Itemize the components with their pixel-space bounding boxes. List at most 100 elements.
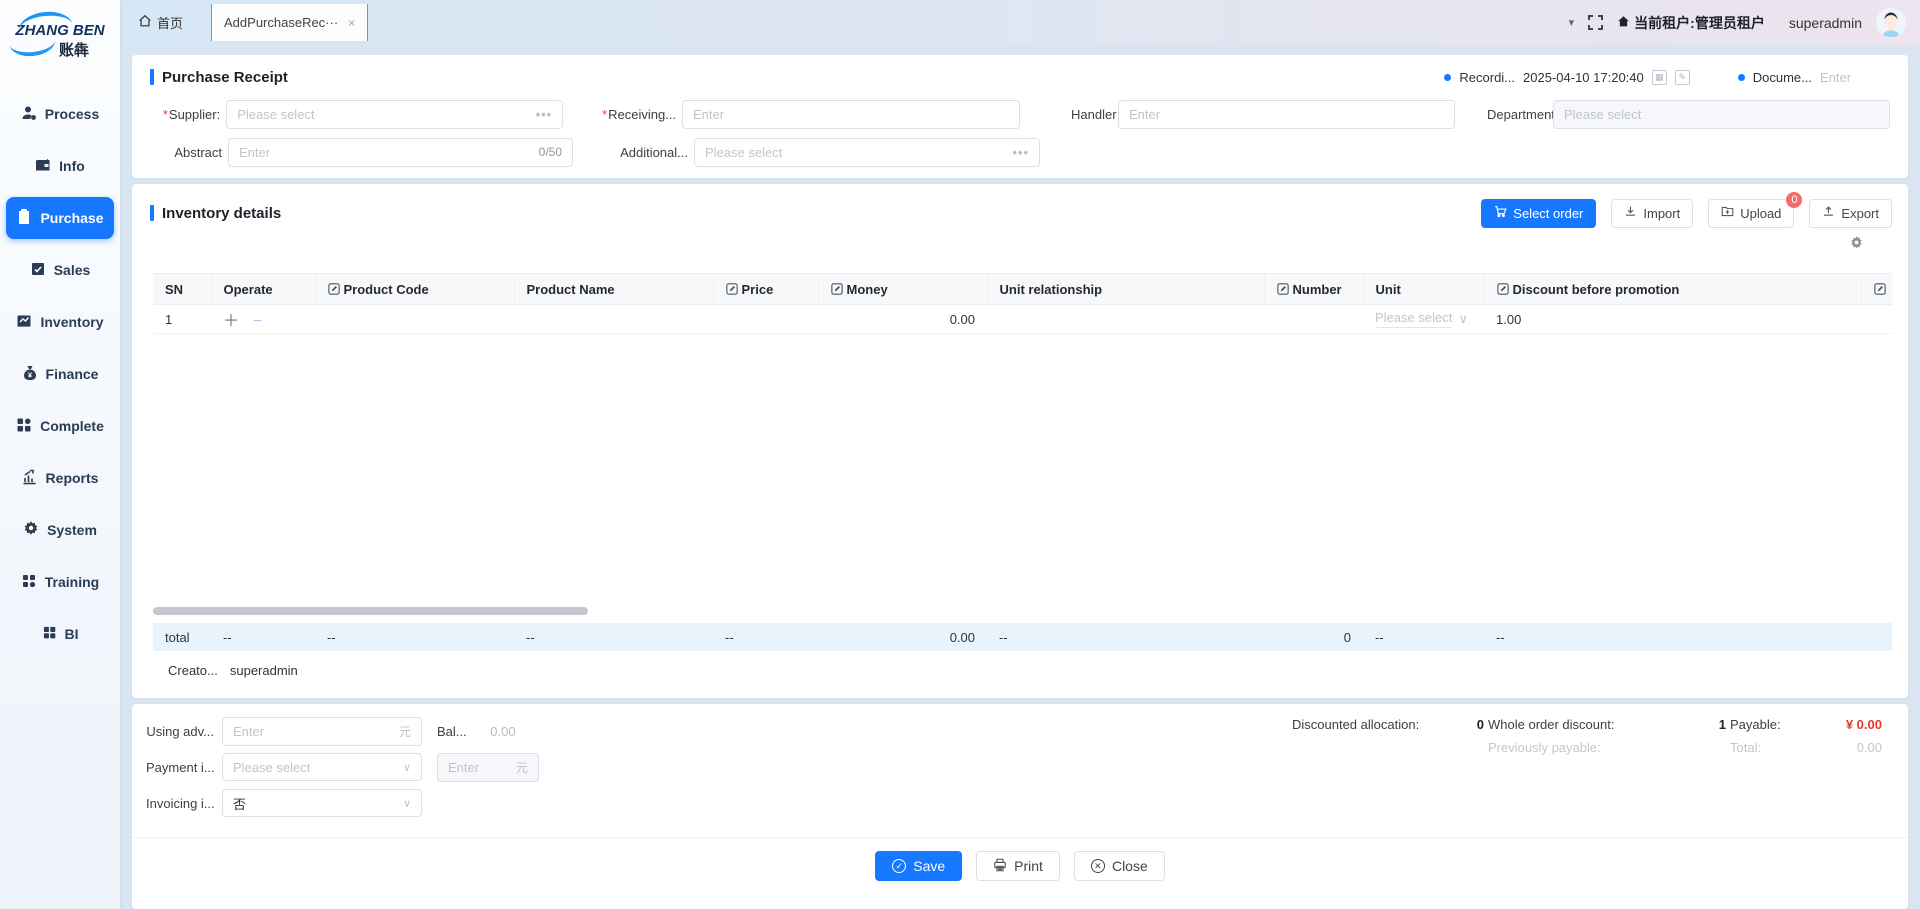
- edit-icon: [1497, 283, 1509, 295]
- table-empty-area: [132, 334, 1908, 605]
- chevron-down-icon: ∨: [403, 797, 411, 810]
- print-button[interactable]: Print: [976, 851, 1060, 881]
- additional-input[interactable]: [705, 145, 1006, 160]
- tenant-info[interactable]: 当前租户:管理员租户: [1617, 13, 1765, 33]
- chevron-down-icon: ∨: [1458, 311, 1468, 327]
- save-button[interactable]: ✓ Save: [875, 851, 962, 881]
- table-settings-gear-icon[interactable]: [1849, 235, 1864, 253]
- supplier-more-icon[interactable]: •••: [536, 107, 553, 122]
- sidebar-item-bi[interactable]: BI: [6, 613, 114, 655]
- money-bag-icon: ¥: [22, 365, 38, 384]
- payment-amount-input[interactable]: [448, 760, 510, 775]
- table-total-row: total -- -- -- -- 0.00 -- 0 -- --: [153, 623, 1892, 651]
- using-advance-field[interactable]: 元: [222, 717, 422, 746]
- sidebar-item-label: Inventory: [40, 314, 103, 330]
- handler-field[interactable]: [1118, 100, 1455, 129]
- cell-unit[interactable]: Please select∨: [1363, 305, 1484, 334]
- close-button[interactable]: ✕ Close: [1074, 851, 1165, 881]
- sidebar-item-training[interactable]: Training: [6, 561, 114, 603]
- invoicing-value: 否: [233, 794, 397, 813]
- col-unit-relationship: Unit relationship: [987, 274, 1264, 305]
- printer-icon: [993, 858, 1007, 875]
- department-input[interactable]: [1564, 107, 1879, 122]
- creator-label: Creato...: [168, 663, 218, 678]
- tab-close-icon[interactable]: ×: [348, 16, 355, 30]
- edit-icon: [726, 283, 738, 295]
- avatar[interactable]: [1876, 8, 1906, 38]
- payment-method-select[interactable]: Please select ∨: [222, 753, 422, 781]
- edit-icon: [831, 283, 843, 295]
- home-tab[interactable]: 首页: [138, 13, 183, 32]
- sidebar-item-inventory[interactable]: Inventory: [6, 301, 114, 343]
- remove-row-icon[interactable]: −: [253, 313, 262, 330]
- sidebar-item-label: Purchase: [40, 210, 103, 226]
- currency-suffix: 元: [516, 759, 528, 776]
- upload-button[interactable]: Upload 0: [1708, 199, 1794, 228]
- import-button[interactable]: Import: [1611, 199, 1693, 228]
- additional-label: Additional...: [599, 145, 688, 160]
- receiving-field[interactable]: [682, 100, 1020, 129]
- document-number-input[interactable]: [1820, 70, 1890, 85]
- supplier-select[interactable]: •••: [226, 100, 563, 129]
- cell-money[interactable]: 0.00: [818, 305, 987, 334]
- cell-price[interactable]: [713, 305, 818, 334]
- sidebar: ZHANG BEN 账犇 Process Info Purchase Sales: [0, 0, 120, 909]
- using-advance-input[interactable]: [233, 724, 393, 739]
- select-order-button[interactable]: Select order: [1481, 199, 1596, 228]
- chevron-down-icon[interactable]: ▾: [1569, 16, 1575, 29]
- abstract-field[interactable]: 0/50: [228, 138, 573, 167]
- invoicing-label: Invoicing i...: [146, 796, 214, 811]
- bar-chart-arrow-icon: [22, 469, 38, 488]
- handler-input[interactable]: [1129, 107, 1444, 122]
- inventory-table: SN Operate Product Code Product Name Pri…: [153, 273, 1892, 334]
- home-icon: [138, 14, 152, 31]
- cell-number[interactable]: [1264, 305, 1363, 334]
- additional-select[interactable]: •••: [694, 138, 1040, 167]
- cell-product-name[interactable]: [514, 305, 713, 334]
- using-advance-label: Using adv...: [146, 724, 214, 739]
- content: Purchase Receipt Recordi... 2025-04-10 1…: [120, 45, 1920, 909]
- sidebar-item-process[interactable]: Process: [6, 93, 114, 135]
- scrollbar-thumb[interactable]: [153, 607, 588, 615]
- clipboard-check-icon: [16, 209, 32, 228]
- chevron-down-icon: ∨: [403, 761, 411, 774]
- upload-icon: [1822, 205, 1835, 221]
- cell-product-code[interactable]: [315, 305, 514, 334]
- logo-text-cn: 账犇: [59, 39, 89, 60]
- footer-divider: [132, 837, 1908, 838]
- cell-discount[interactable]: 1.00: [1484, 305, 1861, 334]
- clear-date-icon[interactable]: ✎: [1675, 70, 1690, 85]
- invoicing-select[interactable]: 否 ∨: [222, 789, 422, 817]
- additional-more-icon[interactable]: •••: [1012, 145, 1029, 160]
- sidebar-item-info[interactable]: Info: [6, 145, 114, 187]
- supplier-input[interactable]: [237, 107, 529, 122]
- receiving-label: *Receiving...: [589, 107, 676, 122]
- col-clipped: [1861, 274, 1892, 305]
- recording-time-value[interactable]: 2025-04-10 17:20:40: [1523, 70, 1644, 85]
- balance: Bal... 0.00: [437, 724, 516, 739]
- export-button[interactable]: Export: [1809, 199, 1892, 228]
- username[interactable]: superadmin: [1789, 15, 1862, 31]
- fullscreen-icon[interactable]: [1588, 15, 1603, 30]
- sidebar-item-complete[interactable]: Complete: [6, 405, 114, 447]
- person-gear-icon: [21, 105, 37, 124]
- table-row: 1 ＋− 0.00 Please select∨ 1.00: [153, 305, 1892, 334]
- footer-buttons: ✓ Save Print ✕ Close: [132, 851, 1908, 881]
- purchase-receipt-title: Purchase Receipt: [150, 69, 288, 86]
- sidebar-item-purchase[interactable]: Purchase: [6, 197, 114, 239]
- department-select[interactable]: [1553, 100, 1890, 129]
- col-price: Price: [713, 274, 818, 305]
- grid-dots-icon: [21, 573, 37, 592]
- sidebar-item-sales[interactable]: Sales: [6, 249, 114, 291]
- sidebar-item-reports[interactable]: Reports: [6, 457, 114, 499]
- abstract-label: Abstract: [150, 145, 222, 160]
- payment-amount-field[interactable]: 元: [437, 753, 539, 782]
- sidebar-item-system[interactable]: System: [6, 509, 114, 551]
- tab-add-purchase-receipt[interactable]: AddPurchaseRec··· ×: [211, 4, 368, 41]
- abstract-input[interactable]: [239, 145, 533, 160]
- receiving-input[interactable]: [693, 107, 1009, 122]
- total-label: total: [153, 630, 211, 645]
- calendar-icon[interactable]: ▦: [1652, 70, 1667, 85]
- sidebar-item-finance[interactable]: ¥ Finance: [6, 353, 114, 395]
- add-row-icon[interactable]: ＋: [223, 313, 239, 330]
